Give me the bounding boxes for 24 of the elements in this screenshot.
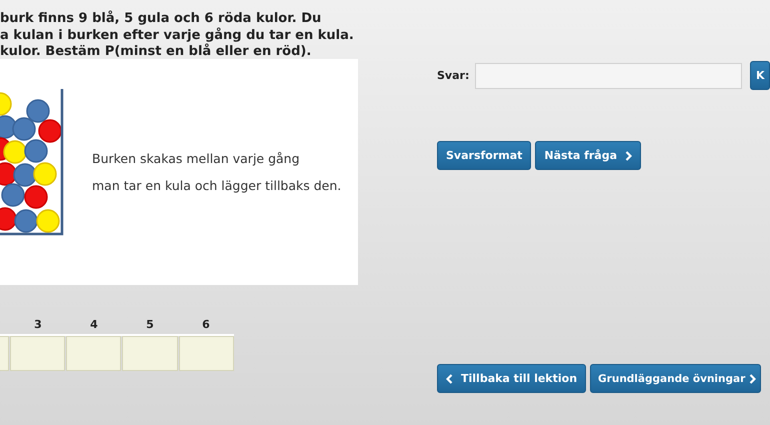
answer-format-button[interactable]: Svarsformat [437,141,532,170]
question-text: kulor. Bestäm P(minst en blå eller en röd). [0,44,312,60]
step-number: 3 [33,318,43,330]
answer-field[interactable] [475,62,742,88]
caption-text: man tar en kula och lägger tillbaks den. [92,178,342,193]
step-number: 6 [201,318,211,330]
caption-text: Burken skakas mellan varje gång [92,151,301,166]
step-cell[interactable] [10,336,66,371]
step-number: 4 [89,318,99,330]
chevron-right-icon [749,374,756,384]
step-cell[interactable] [66,336,122,371]
step-number: 5 [145,318,155,330]
back-button[interactable]: Tillbaka till lektion [437,364,586,393]
chevron-left-icon [446,374,453,384]
check-button[interactable]: K [750,61,770,90]
chevron-right-icon [625,150,632,160]
step-cell[interactable] [0,336,9,371]
step-cell[interactable] [178,336,234,371]
step-cell[interactable] [122,336,178,371]
answer-label: Svar: [437,69,470,82]
next-question-button[interactable]: Nästa fråga [535,141,642,170]
forward-button[interactable]: Grundläggande övningar [590,364,762,393]
question-text: burk finns 9 blå, 5 gula och 6 röda kulor. Du [0,11,322,28]
question-text: a kulan i burken efter varje gång du tar en kula. [0,28,355,44]
